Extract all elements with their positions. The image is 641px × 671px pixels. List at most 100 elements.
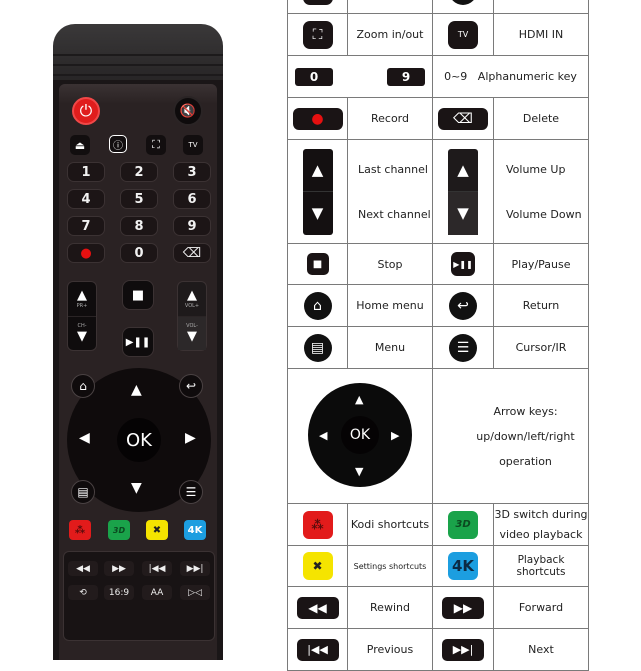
up-arrow-button[interactable]: ▲: [131, 382, 142, 398]
table-row: ✖ Settings shortcuts 4K Playback shortcu…: [287, 545, 589, 587]
key-8[interactable]: 8: [120, 216, 158, 236]
legend-label: Stop: [347, 243, 433, 285]
ok-icon: OK: [341, 415, 379, 454]
zoom-icon: ⛶: [302, 20, 333, 49]
channel-up-button[interactable]: ▲ PR+: [68, 282, 96, 316]
volume-rocker-icon: ▲ ▼: [448, 148, 478, 235]
legend-label: Rewind: [347, 586, 433, 629]
play-pause-button[interactable]: ▶❚❚: [122, 327, 154, 357]
volume-rocker: ▲ VOL+ VOL- ▼: [177, 281, 207, 351]
previous-icon: |◀◀: [296, 638, 339, 661]
record-button[interactable]: ●: [67, 243, 105, 263]
key-0[interactable]: 0: [120, 243, 158, 263]
legend-label: Kodi shortcuts: [347, 503, 433, 546]
dpad-icon: OK ▲ ▼ ◀ ▶: [308, 382, 412, 487]
legend-label: Previous: [347, 628, 433, 671]
legend-label: Menu: [347, 326, 433, 369]
key-2[interactable]: 2: [120, 162, 158, 182]
forward-button[interactable]: ▶▶: [104, 561, 134, 576]
legend-label: up/down/left/right: [476, 429, 575, 443]
settings-icon: ✖: [302, 552, 333, 580]
key-1[interactable]: 1: [67, 162, 105, 182]
channel-down-button[interactable]: CH- ▼: [68, 315, 96, 351]
legend-label: Volume Down: [506, 207, 582, 221]
mute-button[interactable]: 🔇: [173, 96, 203, 126]
repeat-button[interactable]: ⟲: [68, 585, 98, 600]
info-icon: ⓘ: [113, 140, 123, 152]
key-3[interactable]: 3: [173, 162, 211, 182]
arrow-up-icon: ▲: [355, 392, 364, 406]
arrow-down-icon: ▼: [355, 464, 364, 478]
key-7[interactable]: 7: [67, 216, 105, 236]
volume-up-button[interactable]: ▲ VOL+: [178, 282, 206, 316]
kodi-button[interactable]: ⁂: [69, 520, 91, 540]
legend-label: HDMI IN: [493, 13, 589, 56]
key-9[interactable]: 9: [173, 216, 211, 236]
home-icon: ⌂: [79, 379, 87, 393]
cursor-icon: ☰: [449, 333, 477, 362]
ok-button[interactable]: OK: [117, 418, 161, 462]
hdmi-in-button[interactable]: TV: [183, 135, 203, 155]
zoom-button[interactable]: ⛶: [146, 135, 166, 155]
stop-icon: ■: [131, 287, 145, 303]
3d-icon: 3D: [112, 525, 126, 535]
power-button[interactable]: ⏻: [72, 97, 100, 125]
next-icon: ▶▶|: [186, 563, 204, 574]
arrow-down-icon: ▼: [77, 328, 87, 344]
subtitle-button[interactable]: AA: [142, 585, 172, 600]
settings-button[interactable]: ✖: [146, 520, 168, 540]
eject-button[interactable]: ⏏: [70, 135, 90, 155]
power-icon: ⏻: [79, 101, 93, 120]
volume-down-button[interactable]: VOL- ▼: [178, 315, 206, 350]
3d-button[interactable]: 3D: [108, 520, 130, 540]
arrow-up-icon: ▲: [77, 288, 87, 304]
4k-button[interactable]: 4K: [184, 520, 206, 540]
channel-rocker: ▲ PR+ CH- ▼: [67, 281, 97, 351]
next-icon: ▶▶|: [442, 638, 484, 661]
legend-label: Cursor/IR: [493, 326, 589, 369]
key-4[interactable]: 4: [67, 189, 105, 209]
forward-icon: ▶▶: [442, 596, 484, 619]
down-arrow-button[interactable]: ▼: [131, 480, 142, 496]
menu-button[interactable]: ▤: [71, 480, 95, 504]
partial-icon: [449, 0, 477, 5]
key-6[interactable]: 6: [173, 189, 211, 209]
cursor-ir-button[interactable]: ☰: [179, 480, 203, 504]
arrow-left-icon: ◀: [319, 428, 328, 442]
home-icon: ⌂: [303, 291, 332, 320]
stop-button[interactable]: ■: [122, 280, 154, 310]
audio-track-button[interactable]: ▷◁: [180, 585, 210, 600]
return-button[interactable]: ↩: [179, 374, 203, 398]
next-button[interactable]: ▶▶|: [180, 561, 210, 576]
kodi-icon: ⁂: [302, 510, 333, 539]
arrow-right-icon: ▶: [391, 428, 400, 442]
arrow-up-icon: ▲: [187, 288, 197, 304]
info-button[interactable]: ⓘ: [109, 135, 127, 153]
left-arrow-button[interactable]: ◀: [79, 430, 90, 446]
partial-icon: [302, 0, 333, 5]
rewind-button[interactable]: ◀◀: [68, 561, 98, 576]
right-arrow-button[interactable]: ▶: [185, 430, 196, 446]
delete-icon: ⌫: [182, 245, 202, 261]
key-9-icon: 9: [387, 67, 425, 86]
table-row: ⌂ Home menu ↩ Return: [287, 284, 589, 327]
mute-icon: 🔇: [179, 103, 197, 119]
legend-label: Play/Pause: [493, 243, 589, 285]
legend-label: Playback shortcuts: [493, 545, 589, 587]
key-5[interactable]: 5: [120, 189, 158, 209]
legend-label: Record: [347, 97, 433, 140]
zoom-icon: ⛶: [152, 138, 160, 151]
tv-icon: TV: [188, 141, 198, 149]
button-legend-table: ⛶ Zoom in/out TV HDMI IN 0 9 0~9 Alphanu…: [287, 0, 589, 671]
stop-icon: ■: [306, 253, 329, 275]
cursor-icon: ☰: [185, 485, 197, 499]
eject-icon: ⏏: [74, 138, 86, 152]
legend-label: Zoom in/out: [347, 13, 433, 56]
play-pause-icon: ▶❚❚: [451, 252, 475, 276]
aspect-ratio-button[interactable]: 16:9: [104, 585, 134, 600]
legend-label: 3D switch during video playback: [493, 503, 589, 546]
return-icon: ↩: [449, 291, 477, 320]
previous-button[interactable]: |◀◀: [142, 561, 172, 576]
delete-button[interactable]: ⌫: [173, 243, 211, 263]
home-button[interactable]: ⌂: [71, 374, 95, 398]
